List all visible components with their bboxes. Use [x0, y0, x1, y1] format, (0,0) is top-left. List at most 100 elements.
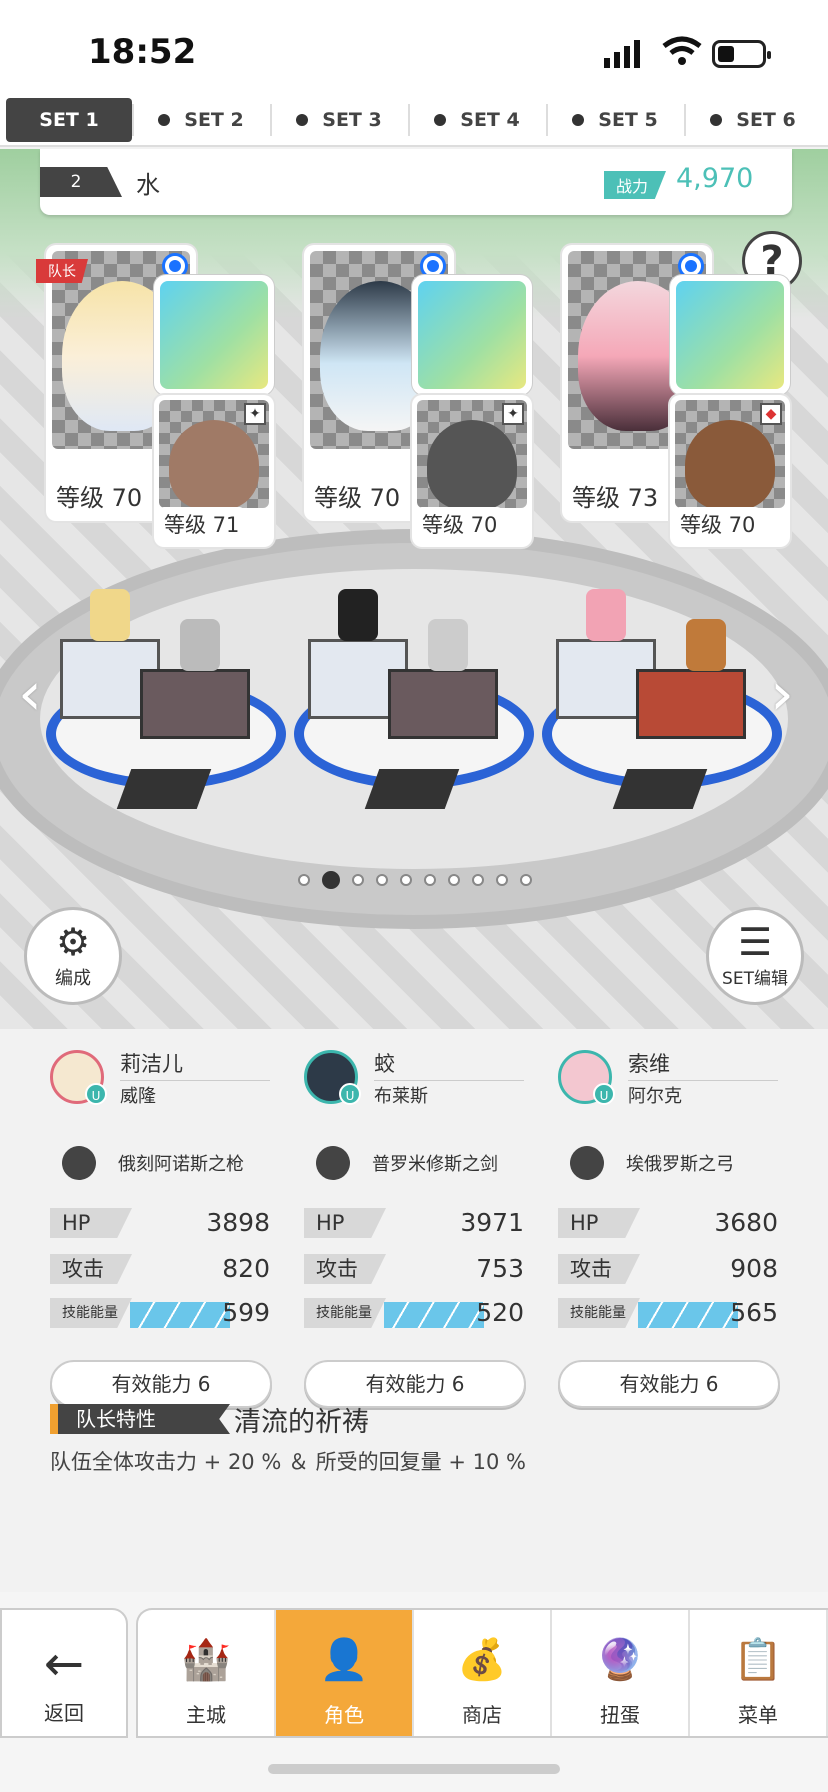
skill-energy-bar	[638, 1302, 738, 1328]
town-icon: 🏰	[181, 1637, 231, 1683]
dot-icon	[434, 114, 447, 126]
signal-icon	[604, 40, 640, 68]
team-bar[interactable]: 2 水 战力 4,970	[40, 149, 792, 215]
tab-set-4[interactable]: SET 4	[408, 98, 546, 142]
set-edit-label: SET编辑	[722, 969, 788, 989]
leader-badge: 队长	[36, 259, 88, 283]
diamond-icon: ◆	[760, 403, 782, 425]
tab-label: SET 1	[39, 109, 99, 131]
weapon-icon	[309, 1139, 357, 1187]
hero-sprite-group[interactable]	[546, 579, 746, 739]
character-avatar[interactable]: U	[50, 1050, 107, 1105]
nav-item-town[interactable]: 🏰 主城	[138, 1610, 276, 1736]
dot-icon	[572, 114, 585, 126]
hero-sprite-group[interactable]	[50, 579, 250, 739]
support-sprite	[180, 619, 220, 671]
tab-label: SET 6	[736, 109, 796, 131]
weapon-name: 俄刻阿诺斯之枪	[118, 1154, 244, 1175]
hero-sprite	[90, 589, 130, 641]
stat-label: 攻击	[304, 1254, 386, 1284]
chevron-right-icon[interactable]: ›	[770, 659, 794, 729]
character-name: 索维	[628, 1048, 778, 1081]
page-dot	[298, 874, 310, 886]
support-card[interactable]: ✦ 等级 70	[412, 395, 532, 547]
stat-label: 攻击	[558, 1254, 640, 1284]
pixel-tile	[364, 769, 460, 809]
nav-item-gacha[interactable]: 🔮 扭蛋	[552, 1610, 690, 1736]
atk-stat: 攻击 820	[50, 1254, 270, 1284]
set-edit-button[interactable]: ☰ SET编辑	[706, 907, 804, 1005]
character-level: 等级 70	[308, 476, 407, 515]
tab-label: SET 2	[184, 109, 244, 131]
bottom-nav: ← 返回 🏰 主城 👤 角色 💰 商店 🔮 扭蛋 📋 菜单	[0, 1592, 828, 1792]
chevron-left-icon[interactable]: ‹	[18, 659, 42, 729]
effect-button[interactable]: 有效能力 6	[558, 1360, 780, 1408]
character-avatar[interactable]: U	[304, 1050, 361, 1105]
sp-stat: 技能能量 520	[304, 1298, 524, 1328]
stat-value: 3898	[206, 1208, 270, 1237]
battery-icon	[712, 40, 771, 68]
hero-sprite-group[interactable]	[298, 579, 498, 739]
character-level: 等级 73	[566, 476, 665, 515]
weapon-slot[interactable]	[154, 275, 274, 395]
person-gear-icon: ⚙	[55, 920, 91, 964]
tab-set-3[interactable]: SET 3	[270, 98, 408, 142]
back-button[interactable]: ← 返回	[0, 1608, 128, 1738]
tab-set-1[interactable]: SET 1	[6, 98, 132, 142]
support-level: 等级 70	[416, 507, 504, 541]
hp-stat: HP 3971	[304, 1208, 524, 1238]
stat-value: 3680	[714, 1208, 778, 1237]
page-dot	[472, 874, 484, 886]
page-indicator	[298, 871, 532, 889]
stat-label: 技能能量	[304, 1298, 386, 1328]
wifi-icon	[662, 36, 702, 65]
support-card[interactable]: ◆ 等级 70	[670, 395, 790, 547]
stat-value: 599	[222, 1298, 270, 1327]
star-icon: ✦	[244, 403, 266, 425]
weapon-row: 俄刻阿诺斯之枪	[55, 1139, 244, 1187]
character-avatar[interactable]: U	[558, 1050, 615, 1105]
leader-trait-label: 队长特性	[50, 1404, 230, 1434]
character-icon: 👤	[319, 1637, 369, 1683]
pixel-tile	[116, 769, 212, 809]
weapon-name: 埃俄罗斯之弓	[626, 1154, 734, 1175]
tab-set-2[interactable]: SET 2	[132, 98, 270, 142]
nav-label: 商店	[462, 1703, 502, 1727]
skill-energy-bar	[384, 1302, 484, 1328]
hp-stat: HP 3898	[50, 1208, 270, 1238]
weapon-slot[interactable]	[670, 275, 790, 395]
support-card[interactable]: ✦ 等级 71	[154, 395, 274, 547]
page-dot	[424, 874, 436, 886]
stat-value: 565	[730, 1298, 778, 1327]
stat-value: 908	[730, 1254, 778, 1283]
page-dot	[376, 874, 388, 886]
tab-label: SET 3	[322, 109, 382, 131]
tab-set-6[interactable]: SET 6	[684, 98, 822, 142]
weapon-icon	[55, 1139, 103, 1187]
stat-label: 技能能量	[50, 1298, 132, 1328]
sword-icon	[418, 281, 526, 389]
power-label: 战力	[604, 171, 667, 199]
party-stage: 2 水 战力 4,970 ? 队长 等级 70 ✦ 等级 71 等级 70 ✦ …	[0, 149, 828, 1029]
badge-icon: U	[339, 1083, 361, 1105]
formation-button[interactable]: ⚙ 编成	[24, 907, 122, 1005]
nav-label: 角色	[324, 1703, 364, 1727]
shop-bag-icon: 💰	[457, 1637, 507, 1683]
hero-sprite	[586, 589, 626, 641]
stat-label: 技能能量	[558, 1298, 640, 1328]
stat-value: 753	[476, 1254, 524, 1283]
weapon-row: 埃俄罗斯之弓	[563, 1139, 734, 1187]
tab-label: SET 4	[460, 109, 520, 131]
character-level: 等级 70	[50, 476, 149, 515]
nav-item-character[interactable]: 👤 角色	[276, 1610, 414, 1736]
support-name: 布莱斯	[374, 1086, 428, 1107]
stats-panel: U 莉洁儿 威隆 俄刻阿诺斯之枪 HP 3898 攻击 820 技能能量 599 有效…	[0, 1030, 828, 1474]
atk-stat: 攻击 753	[304, 1254, 524, 1284]
hp-stat: HP 3680	[558, 1208, 778, 1238]
stat-label: HP	[50, 1208, 132, 1238]
sp-stat: 技能能量 599	[50, 1298, 270, 1328]
tab-set-5[interactable]: SET 5	[546, 98, 684, 142]
nav-item-menu[interactable]: 📋 菜单	[690, 1610, 828, 1736]
weapon-slot[interactable]	[412, 275, 532, 395]
nav-item-shop[interactable]: 💰 商店	[414, 1610, 552, 1736]
